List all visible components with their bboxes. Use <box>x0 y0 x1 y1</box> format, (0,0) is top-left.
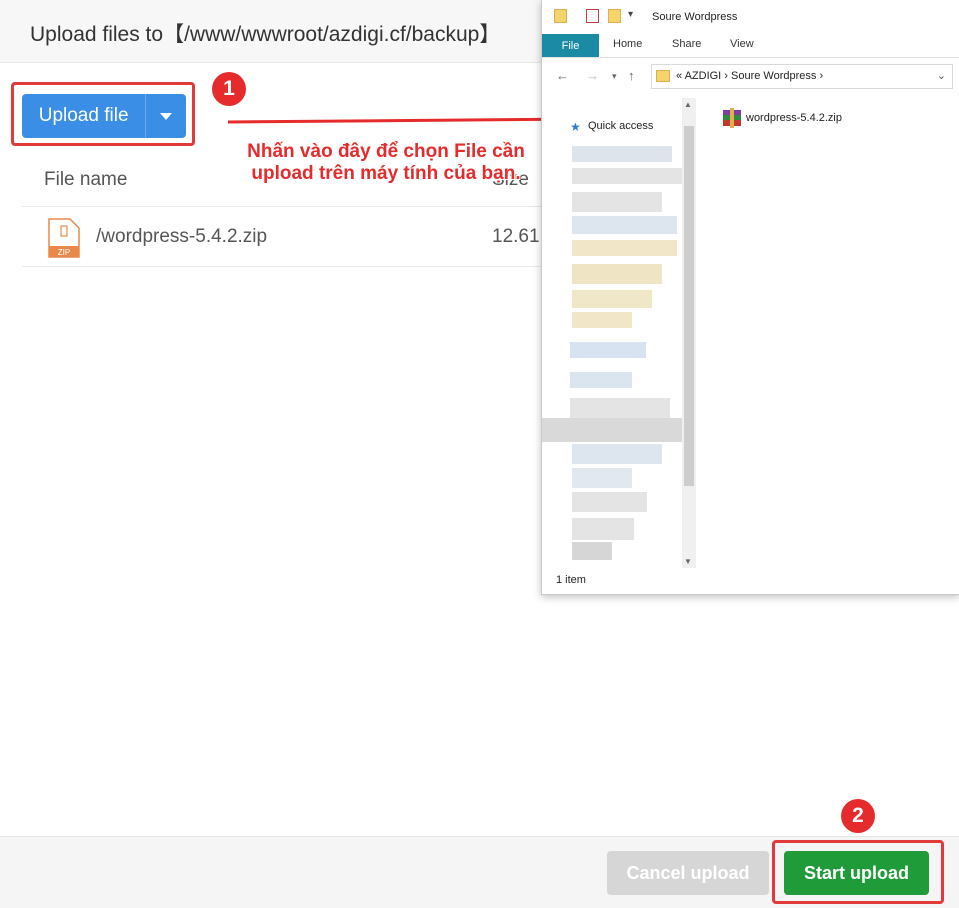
blurred-nav-item <box>572 240 677 256</box>
cancel-upload-button[interactable]: Cancel upload <box>607 851 769 895</box>
step-badge-2: 2 <box>841 799 875 833</box>
back-arrow-icon[interactable]: ← <box>556 68 569 83</box>
blurred-nav-item <box>542 418 682 442</box>
blurred-nav-item <box>570 342 646 358</box>
file-entry-name: wordpress-5.4.2.zip <box>746 112 842 124</box>
folder-icon <box>656 70 670 82</box>
blurred-nav-item <box>572 290 652 308</box>
file-size: 12.61 <box>492 226 540 247</box>
blurred-nav-item <box>572 312 632 328</box>
blurred-nav-item <box>570 372 632 388</box>
properties-icon[interactable] <box>586 9 599 23</box>
blurred-nav-item <box>572 518 634 540</box>
forward-arrow-icon[interactable]: → <box>586 68 599 83</box>
new-folder-icon[interactable] <box>608 9 621 23</box>
blurred-nav-item <box>572 264 662 284</box>
nav-item-quick-access[interactable]: Quick access <box>588 120 653 132</box>
table-row[interactable]: ZIP /wordpress-5.4.2.zip 12.61 <box>22 206 542 267</box>
step-badge-1: 1 <box>212 72 246 106</box>
blurred-nav-item <box>572 444 662 464</box>
customize-toolbar-icon[interactable]: ▾ <box>628 9 633 20</box>
zip-file-icon: ZIP <box>48 218 80 258</box>
tab-share[interactable]: Share <box>672 38 701 50</box>
explorer-title: Soure Wordpress <box>652 11 738 23</box>
svg-text:ZIP: ZIP <box>58 248 70 257</box>
folder-icon <box>554 9 567 23</box>
tab-home[interactable]: Home <box>613 38 642 50</box>
highlight-box-start <box>772 840 944 904</box>
archive-file-icon <box>723 108 741 128</box>
nav-pane-scrollbar[interactable]: ▲ ▼ <box>682 98 696 568</box>
blurred-nav-item <box>572 468 632 488</box>
ribbon-tabs: File Home Share View <box>542 34 959 58</box>
blurred-nav-item <box>572 492 647 512</box>
star-icon: ★ <box>570 120 581 134</box>
highlight-box-upload <box>11 82 195 146</box>
address-bar[interactable]: « AZDIGI › Soure Wordpress › ⌄ <box>651 64 953 89</box>
tab-file[interactable]: File <box>542 34 599 57</box>
recent-locations-icon[interactable]: ▾ <box>612 71 617 82</box>
file-explorer-window: ▾ Soure Wordpress File Home Share View ←… <box>541 0 959 595</box>
file-name: /wordpress-5.4.2.zip <box>96 226 268 247</box>
blurred-nav-item <box>570 398 670 418</box>
up-arrow-icon[interactable]: ↑ <box>628 68 635 83</box>
navigation-pane: ★ Quick access <box>542 98 697 568</box>
instruction-text: Nhấn vào đây để chọn File cần upload trê… <box>247 141 525 184</box>
scroll-up-icon[interactable]: ▲ <box>684 100 692 109</box>
explorer-title-bar: ▾ Soure Wordpress <box>542 0 959 34</box>
blurred-nav-item <box>572 146 672 162</box>
scrollbar-thumb[interactable] <box>684 126 694 486</box>
scroll-down-icon[interactable]: ▼ <box>684 557 692 566</box>
column-header-name: File name <box>44 169 128 190</box>
blurred-nav-item <box>572 168 682 184</box>
blurred-nav-item <box>572 216 677 234</box>
dialog-title: Upload files to【/www/wwwroot/azdigi.cf/b… <box>30 23 501 46</box>
tab-view[interactable]: View <box>730 38 754 50</box>
address-row: ← → ▾ ↑ « AZDIGI › Soure Wordpress › ⌄ <box>542 60 959 92</box>
address-path: « AZDIGI › Soure Wordpress › <box>676 70 824 82</box>
blurred-nav-item <box>572 192 662 212</box>
status-bar-text: 1 item <box>556 574 586 586</box>
address-dropdown-icon[interactable]: ⌄ <box>937 69 946 82</box>
blurred-nav-item <box>572 542 612 560</box>
